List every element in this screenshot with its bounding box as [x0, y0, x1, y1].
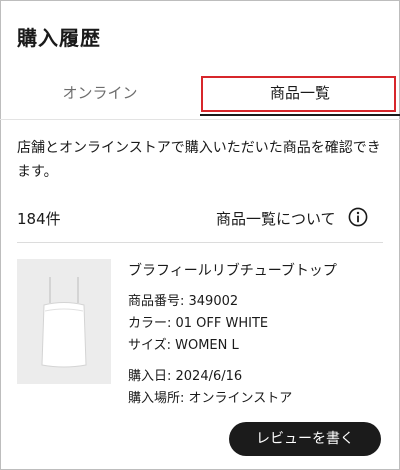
product-number: 商品番号: 349002 — [128, 294, 239, 309]
purchase-place: 購入場所: オンラインストア — [128, 391, 293, 406]
list-divider — [17, 242, 383, 243]
info-icon[interactable] — [348, 207, 368, 227]
item-count: 184件 — [17, 210, 61, 228]
tabs-divider — [0, 119, 400, 120]
write-review-button[interactable]: レビューを書く — [229, 422, 381, 456]
tab-bar: オンライン 商品一覧 — [0, 70, 400, 120]
product-size: サイズ: WOMEN L — [128, 338, 239, 353]
purchase-date: 購入日: 2024/6/16 — [128, 369, 243, 384]
product-image[interactable] — [17, 259, 111, 384]
active-tab-indicator — [200, 114, 400, 116]
description-text: 店舗とオンラインストアで購入いただいた商品を確認できます。 — [17, 140, 381, 180]
product-name[interactable]: ブラフィールリブチューブトップ — [128, 260, 337, 280]
tab-highlight-box — [201, 76, 396, 112]
tab-online[interactable]: オンライン — [0, 70, 200, 120]
product-color: カラー: 01 OFF WHITE — [128, 316, 269, 331]
page-title: 購入履歴 — [17, 26, 101, 50]
about-product-list-link[interactable]: 商品一覧について — [216, 208, 336, 229]
